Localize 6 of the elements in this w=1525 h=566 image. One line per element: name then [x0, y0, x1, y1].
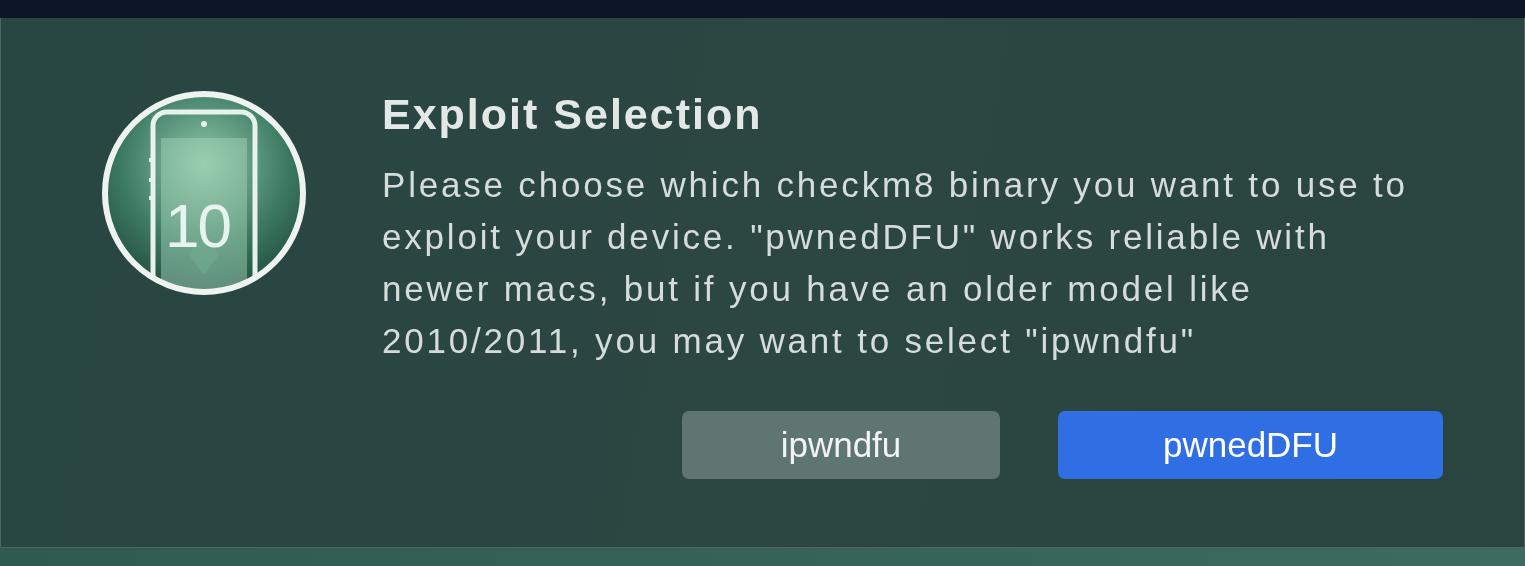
- button[interactable]: ipwndfu: [682, 411, 1000, 479]
- app-icon: [101, 90, 307, 296]
- dialog-message: Please choose which checkm8 binary you want to use to exploit your device. "pwnedDFU" works reliable with newer macs, but if you have an older model like 2010/2011, you may want to select "ipwndfu": [382, 164, 1409, 362]
- icon-label: 10: [165, 190, 230, 261]
- default-button[interactable]: pwnedDFU: [1058, 411, 1443, 479]
- dialog-title: Exploit Selection: [382, 90, 764, 139]
